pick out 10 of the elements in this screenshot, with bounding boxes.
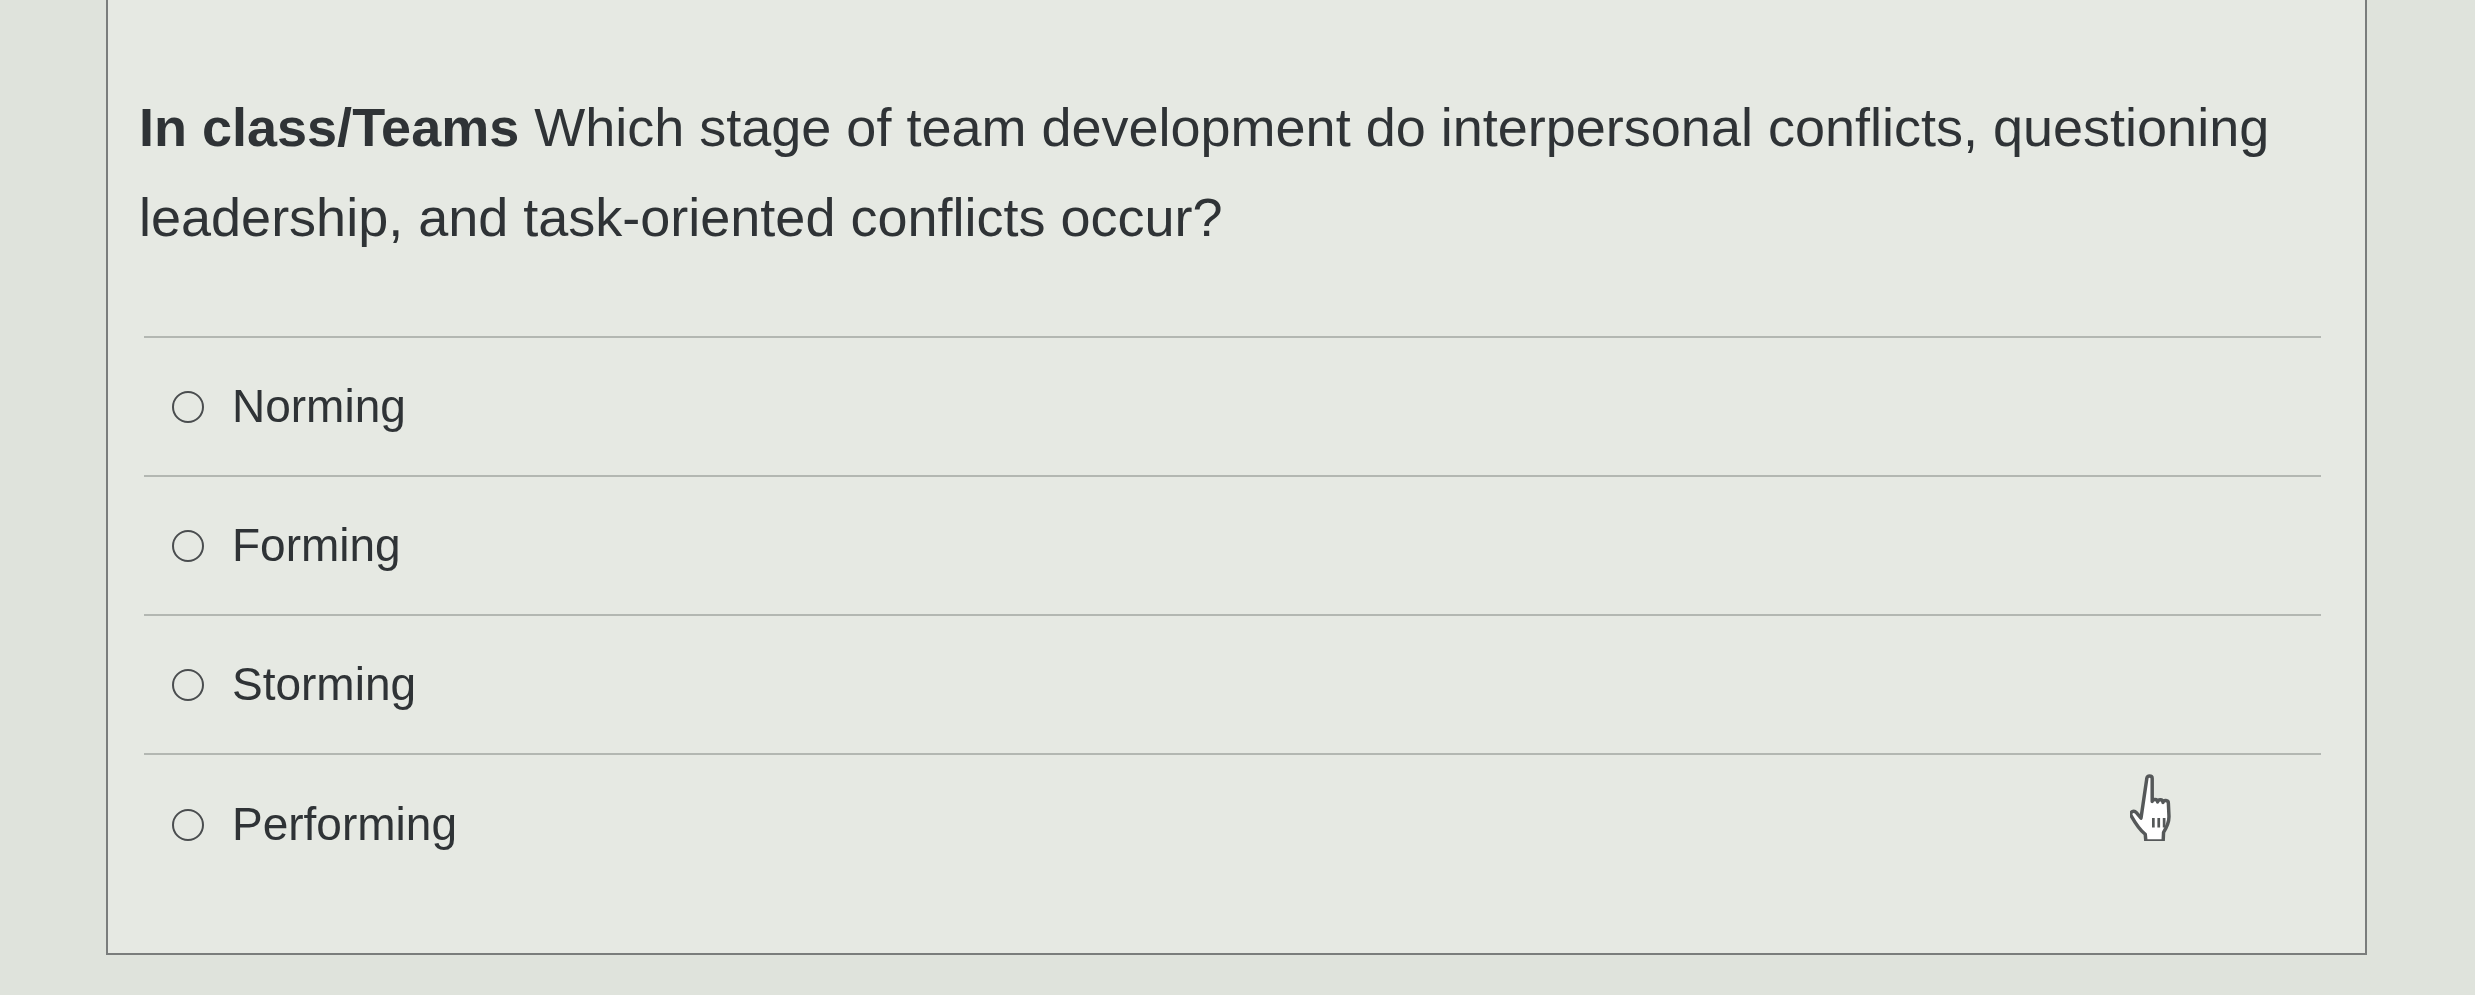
answer-label[interactable]: Performing xyxy=(232,796,457,853)
radio-button[interactable] xyxy=(172,529,204,562)
answer-label[interactable]: Storming xyxy=(232,656,417,713)
radio-button[interactable] xyxy=(172,668,204,701)
hand-pointer-icon xyxy=(2130,773,2174,841)
radio-button[interactable] xyxy=(172,390,204,423)
radio-button[interactable] xyxy=(172,808,204,841)
answer-label[interactable]: Forming xyxy=(232,517,401,574)
answer-label[interactable]: Norming xyxy=(232,378,406,435)
question-text: In class/Teams Which stage of team development do interpersonal conflicts, questioning leadership, and task-oriented conflicts occur? xyxy=(139,96,2271,249)
